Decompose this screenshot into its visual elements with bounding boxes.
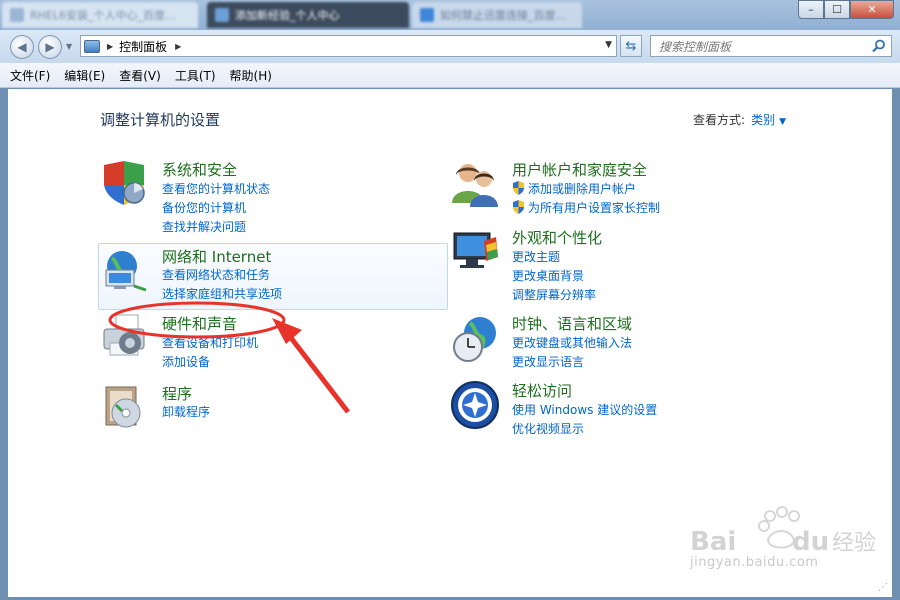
- page-icon: [215, 8, 229, 22]
- address-bar: ◀ ▶ ▼ ▶ 控制面板 ▶ ▼ ⇆ 搜索控制面板: [0, 30, 900, 63]
- back-button[interactable]: ◀: [10, 35, 34, 59]
- category-title[interactable]: 轻松访问: [512, 380, 572, 401]
- tab-label: 如何禁止迅雷连接_百度...: [440, 9, 566, 22]
- svg-text:经验: 经验: [832, 531, 876, 556]
- category-network-internet: 网络和 Internet 查看网络状态和任务 选择家庭组和共享选项: [100, 246, 440, 316]
- view-by-label: 查看方式:: [693, 113, 746, 127]
- tab-1[interactable]: RHEL6安装_个人中心_百度...: [2, 2, 198, 28]
- category-clock-language: 时钟、语言和区域 更改键盘或其他输入法 更改显示语言: [450, 313, 790, 383]
- link[interactable]: 备份您的计算机: [162, 199, 246, 216]
- network-icon: [105, 251, 147, 292]
- svg-text:du: du: [792, 527, 829, 557]
- chevron-right-icon[interactable]: ▶: [175, 42, 181, 51]
- category-title[interactable]: 程序: [162, 383, 192, 404]
- menu-help[interactable]: 帮助(H): [230, 67, 272, 84]
- link[interactable]: 查找并解决问题: [162, 218, 246, 235]
- category-appearance: 外观和个性化 更改主题 更改桌面背景 调整屏幕分辨率: [450, 227, 790, 302]
- link[interactable]: 查看您的计算机状态: [162, 180, 270, 197]
- link[interactable]: 查看设备和打印机: [162, 334, 258, 351]
- category-title[interactable]: 系统和安全: [162, 159, 237, 180]
- category-title[interactable]: 硬件和声音: [162, 313, 237, 334]
- watermark-url: jingyan.baidu.com: [690, 555, 819, 570]
- uac-shield-icon: [513, 200, 524, 214]
- window-controls: – ☐ ✕: [798, 0, 894, 19]
- title-bar: RHEL6安装_个人中心_百度... 添加新经验_个人中心 如何禁止迅雷连接_百…: [0, 0, 900, 30]
- category-hardware-sound: 硬件和声音 查看设备和打印机 添加设备: [100, 313, 440, 383]
- category-title[interactable]: 外观和个性化: [512, 227, 602, 248]
- search-icon[interactable]: [871, 38, 887, 54]
- address-field[interactable]: ▶ 控制面板 ▶ ▼: [80, 35, 617, 57]
- tab-2[interactable]: 添加新经验_个人中心: [207, 2, 409, 28]
- arrow-right-icon: ▶: [45, 40, 55, 54]
- maximize-button[interactable]: ☐: [824, 0, 850, 19]
- search-input[interactable]: 搜索控制面板: [650, 35, 892, 57]
- link[interactable]: 为所有用户设置家长控制: [528, 199, 660, 216]
- link[interactable]: 选择家庭组和共享选项: [162, 285, 282, 302]
- chevron-right-icon[interactable]: ▶: [107, 42, 113, 51]
- menu-view[interactable]: 查看(V): [119, 67, 161, 84]
- link[interactable]: 更改键盘或其他输入法: [512, 334, 632, 351]
- link[interactable]: 添加或删除用户帐户: [528, 180, 636, 197]
- category-system-security: 系统和安全 查看您的计算机状态 备份您的计算机 查找并解决问题: [100, 159, 440, 234]
- refresh-icon: ⇆: [625, 38, 637, 54]
- search-placeholder: 搜索控制面板: [659, 39, 732, 54]
- users-icon: [452, 164, 498, 207]
- link[interactable]: 更改桌面背景: [512, 267, 584, 284]
- link[interactable]: 卸载程序: [162, 403, 210, 420]
- category-ease-of-access: 轻松访问 使用 Windows 建议的设置 优化视频显示: [450, 380, 790, 450]
- category-user-accounts: 用户帐户和家庭安全 添加或删除用户帐户 为所有用户设置家长控制: [450, 159, 790, 229]
- printer-icon: [103, 314, 145, 356]
- minimize-button[interactable]: –: [798, 0, 824, 19]
- programs-icon: [105, 386, 141, 428]
- link[interactable]: 调整屏幕分辨率: [512, 286, 596, 303]
- category-title[interactable]: 时钟、语言和区域: [512, 313, 632, 334]
- menu-edit[interactable]: 编辑(E): [64, 67, 105, 84]
- link[interactable]: 添加设备: [162, 353, 210, 370]
- chevron-down-icon[interactable]: ▼: [779, 117, 786, 127]
- control-panel-icon: [84, 39, 100, 53]
- page-icon: [10, 8, 24, 22]
- forward-button[interactable]: ▶: [38, 35, 62, 59]
- tab-label: RHEL6安装_个人中心_百度...: [30, 9, 176, 22]
- category-programs: 程序 卸载程序: [100, 383, 440, 453]
- ie-icon: [420, 8, 434, 22]
- view-by: 查看方式: 类别 ▼: [693, 111, 786, 128]
- recent-pages-dropdown[interactable]: ▼: [66, 42, 72, 51]
- menu-bar: 文件(F) 编辑(E) 查看(V) 工具(T) 帮助(H): [0, 63, 900, 88]
- close-button[interactable]: ✕: [850, 0, 894, 19]
- ease-of-access-icon: [451, 381, 499, 429]
- menu-file[interactable]: 文件(F): [10, 67, 50, 84]
- menu-tools[interactable]: 工具(T): [175, 67, 216, 84]
- link[interactable]: 使用 Windows 建议的设置: [512, 401, 657, 418]
- resize-grip[interactable]: ⋰: [878, 582, 888, 593]
- address-dropdown-icon[interactable]: ▼: [605, 40, 612, 50]
- link[interactable]: 更改显示语言: [512, 353, 584, 370]
- appearance-icon: [453, 232, 498, 268]
- tab-label: 添加新经验_个人中心: [235, 9, 340, 22]
- view-by-dropdown[interactable]: 类别: [751, 113, 775, 127]
- watermark-logo: Bai: [690, 527, 736, 557]
- link[interactable]: 优化视频显示: [512, 420, 584, 437]
- page-title: 调整计算机的设置: [100, 111, 221, 129]
- category-title[interactable]: 用户帐户和家庭安全: [512, 159, 647, 180]
- link[interactable]: 更改主题: [512, 248, 560, 265]
- category-title[interactable]: 网络和 Internet: [162, 246, 271, 267]
- refresh-button[interactable]: ⇆: [620, 35, 642, 57]
- tab-3[interactable]: 如何禁止迅雷连接_百度...: [412, 2, 582, 28]
- breadcrumb-control-panel[interactable]: 控制面板: [119, 38, 167, 55]
- arrow-left-icon: ◀: [17, 40, 27, 54]
- clock-globe-icon: [453, 317, 496, 362]
- link[interactable]: 查看网络状态和任务: [162, 266, 270, 283]
- uac-shield-icon: [513, 181, 524, 195]
- shield-icon: [104, 161, 145, 205]
